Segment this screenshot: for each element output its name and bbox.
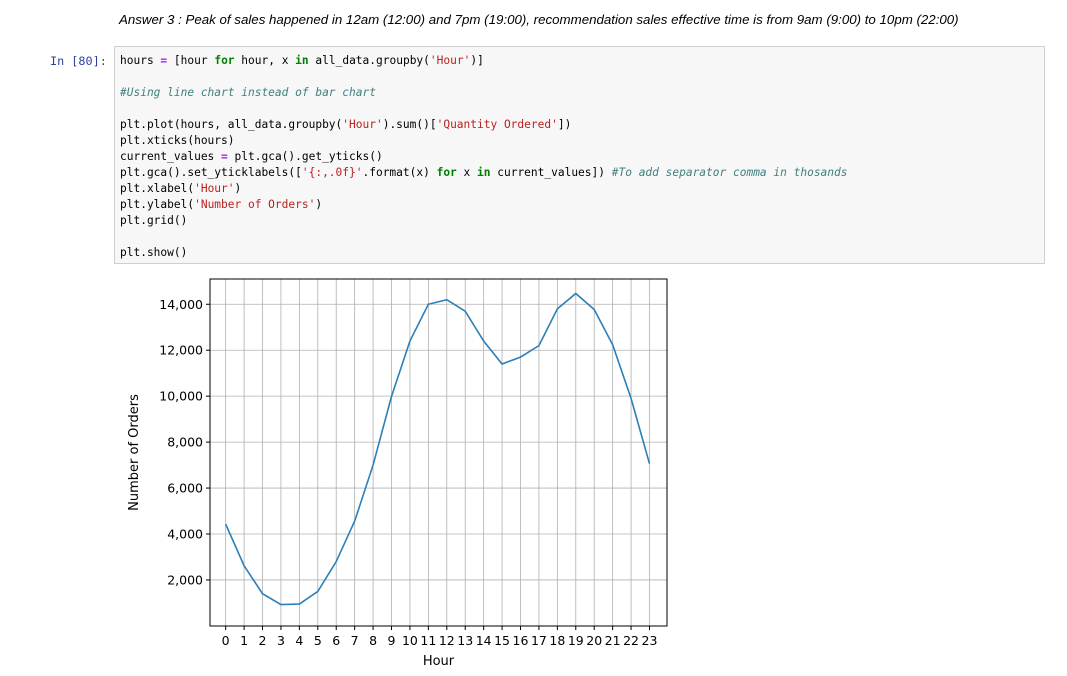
- x-tick-label: 22: [623, 633, 639, 648]
- x-tick-label: 10: [402, 633, 418, 648]
- y-tick-label: 10,000: [159, 389, 203, 404]
- code-editor[interactable]: hours = [hour for hour, x in all_data.gr…: [120, 53, 848, 261]
- code-token: 'Number of Orders': [194, 198, 316, 211]
- x-tick-label: 0: [222, 633, 230, 648]
- code-token: plt.gca().set_yticklabels([: [120, 166, 302, 179]
- code-token: #To add separator comma in thosands: [611, 166, 848, 179]
- code-token: plt.grid(): [120, 214, 188, 227]
- code-token: hour, x: [234, 54, 296, 67]
- code-token: 'Hour': [194, 182, 235, 195]
- code-line: plt.gca().set_yticklabels(['{:,.0f}'.for…: [120, 166, 848, 179]
- markdown-answer-text: Answer 3 : Peak of sales happened in 12a…: [119, 12, 959, 27]
- code-line: plt.show(): [120, 246, 187, 259]
- x-tick-label: 23: [642, 633, 658, 648]
- code-token: for: [214, 54, 235, 67]
- code-token: in: [295, 54, 309, 67]
- x-tick-label: 16: [513, 633, 529, 648]
- code-token: ): [234, 182, 242, 195]
- code-token: in: [477, 166, 491, 179]
- x-tick-label: 4: [295, 633, 303, 648]
- code-token: plt.xlabel(: [120, 182, 195, 195]
- y-axis-label: Number of Orders: [127, 394, 142, 511]
- y-tick-label: 2,000: [167, 572, 203, 587]
- y-tick-label: 8,000: [167, 435, 203, 450]
- x-tick-label: 9: [388, 633, 396, 648]
- x-tick-label: 12: [439, 633, 455, 648]
- y-tick-label: 12,000: [159, 343, 203, 358]
- x-axis-label: Hour: [423, 654, 455, 669]
- code-token: '{:,.0f}': [301, 166, 363, 179]
- x-tick-label: 15: [494, 633, 510, 648]
- code-token: plt.gca().get_yticks(): [227, 150, 383, 163]
- code-line: plt.ylabel('Number of Orders'): [120, 198, 322, 211]
- code-line: current_values = plt.gca().get_yticks(): [120, 150, 383, 163]
- x-tick-label: 19: [568, 633, 584, 648]
- code-token: current_values]): [490, 166, 612, 179]
- x-tick-label: 11: [420, 633, 436, 648]
- code-token: ]): [557, 118, 572, 131]
- y-axis-ticks: 2,000 4,000 6,000 8,000 10,000 12,000 14,000: [159, 297, 210, 587]
- x-tick-label: 1: [240, 633, 248, 648]
- y-tick-label: 4,000: [167, 526, 203, 541]
- x-tick-label: 2: [259, 633, 267, 648]
- x-tick-label: 5: [314, 633, 322, 648]
- x-tick-label: 20: [586, 633, 602, 648]
- code-token: =: [221, 150, 228, 163]
- code-token: plt.xticks(hours): [120, 134, 235, 147]
- code-token: x: [456, 166, 478, 179]
- code-token: ).sum()[: [382, 118, 437, 131]
- code-token: [hour: [167, 54, 215, 67]
- code-token: 'Hour': [429, 54, 471, 67]
- code-token: plt.show(): [120, 246, 188, 259]
- y-tick-label: 14,000: [159, 297, 203, 312]
- y-tick-label: 6,000: [167, 481, 203, 496]
- x-tick-label: 3: [277, 633, 285, 648]
- x-tick-label: 14: [476, 633, 492, 648]
- x-axis-ticks: 0 1 2 3 4 5 6 7 8 9 10 11 12 13 14 15 16 17 18 19 20 21 22 23: [222, 626, 658, 648]
- code-token: plt.ylabel(: [120, 198, 195, 211]
- code-token: )]: [470, 54, 484, 67]
- line-chart: 2,000 4,000 6,000 8,000 10,000 12,000 14,000 0…: [127, 278, 668, 669]
- code-token: for: [436, 166, 457, 179]
- x-tick-label: 13: [457, 633, 473, 648]
- cell-prompt: In [80]:: [50, 54, 107, 68]
- series-line-orders: [224, 292, 651, 606]
- x-tick-label: 8: [369, 633, 377, 648]
- chart-grid: [210, 279, 667, 626]
- code-token: plt.plot(hours, all_data.groupby(: [120, 118, 343, 131]
- code-line: #Using line chart instead of bar chart: [120, 86, 376, 99]
- code-cell-input[interactable]: hours = [hour for hour, x in all_data.gr…: [114, 46, 1045, 264]
- x-tick-label: 17: [531, 633, 547, 648]
- code-token: #Using line chart instead of bar chart: [120, 86, 376, 99]
- x-tick-label: 7: [351, 633, 359, 648]
- code-token: all_data.groupby(: [308, 54, 430, 67]
- cell-output: 2,000 4,000 6,000 8,000 10,000 12,000 14,000 0…: [114, 270, 674, 672]
- x-tick-label: 18: [549, 633, 565, 648]
- code-token: ): [315, 198, 323, 211]
- code-token: current_values: [120, 150, 222, 163]
- x-tick-label: 21: [605, 633, 621, 648]
- x-tick-label: 6: [332, 633, 340, 648]
- code-line: plt.plot(hours, all_data.groupby('Hour')…: [120, 118, 571, 131]
- code-token: hours: [120, 54, 161, 67]
- code-token: 'Quantity Ordered': [436, 118, 558, 131]
- plot-frame: [209, 278, 668, 627]
- code-line: plt.xticks(hours): [120, 134, 235, 147]
- code-line: plt.grid(): [120, 214, 187, 227]
- code-token: 'Hour': [342, 118, 383, 131]
- code-line: hours = [hour for hour, x in all_data.gr…: [120, 54, 484, 67]
- code-token: .format(x): [362, 166, 437, 179]
- code-line: plt.xlabel('Hour'): [120, 182, 241, 195]
